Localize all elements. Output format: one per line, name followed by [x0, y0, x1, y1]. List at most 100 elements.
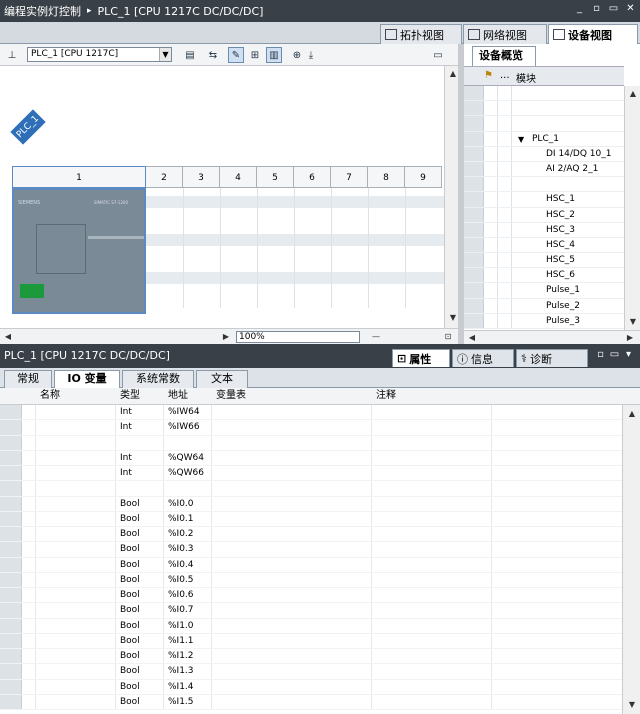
name-cell[interactable]	[36, 527, 116, 542]
scroll-right-icon[interactable]: ▶	[624, 332, 636, 344]
device-select[interactable]: PLC_1 [CPU 1217C] ▼	[27, 47, 172, 62]
name-cell[interactable]	[36, 633, 116, 648]
float-icon[interactable]: ▭	[608, 4, 619, 15]
table-row[interactable]: Int %QW66	[0, 466, 622, 482]
overview-row[interactable]	[464, 101, 624, 117]
comment-cell[interactable]	[372, 405, 492, 420]
tab-system-constants[interactable]: 系统常数	[122, 370, 194, 388]
tab-general[interactable]: 常规	[4, 370, 52, 388]
table-row[interactable]: Bool %I1.2	[0, 649, 622, 665]
slot-number[interactable]: 5	[257, 166, 294, 188]
table-row[interactable]: Bool %I0.5	[0, 572, 622, 588]
table-row[interactable]: Int %IW66	[0, 420, 622, 436]
overview-row[interactable]: Pulse_1	[464, 283, 624, 299]
col-tag-table[interactable]: 变量表	[216, 388, 246, 404]
device-canvas[interactable]: PLC_1 1 2 3 4 5 6 7 8 9 SIEMENS SIMATIC	[0, 66, 444, 328]
float-icon[interactable]: ▭	[609, 350, 620, 361]
slot-number[interactable]: 6	[294, 166, 331, 188]
comment-cell[interactable]	[372, 664, 492, 679]
name-cell[interactable]	[36, 679, 116, 694]
slot-number[interactable]: 1	[12, 166, 146, 188]
comment-cell[interactable]	[372, 572, 492, 587]
name-cell[interactable]	[36, 542, 116, 557]
scroll-right-icon[interactable]: ▶	[220, 331, 232, 343]
comment-cell[interactable]	[372, 420, 492, 435]
name-cell[interactable]	[36, 557, 116, 572]
table-row[interactable]: Int %IW64	[0, 405, 622, 421]
overview-row[interactable]: HSC_1	[464, 192, 624, 208]
chevron-down-icon[interactable]: ▼	[159, 48, 171, 61]
comment-cell[interactable]	[372, 603, 492, 618]
tab-diagnostics[interactable]: ⚕ 诊断	[516, 349, 588, 367]
pencil-icon[interactable]: ✎	[228, 47, 244, 63]
slot-number[interactable]: 7	[331, 166, 368, 188]
comment-cell[interactable]	[372, 496, 492, 511]
comment-cell[interactable]	[372, 511, 492, 526]
name-cell[interactable]	[36, 420, 116, 435]
scroll-up-icon[interactable]: ▲	[626, 408, 638, 420]
comment-cell[interactable]	[372, 450, 492, 465]
comment-cell[interactable]	[372, 466, 492, 481]
overview-row[interactable]	[464, 177, 624, 193]
comment-cell[interactable]	[372, 633, 492, 648]
table-row[interactable]: Bool %I0.6	[0, 588, 622, 604]
comment-cell[interactable]	[372, 679, 492, 694]
name-cell[interactable]	[36, 588, 116, 603]
restore-icon[interactable]: ▫	[591, 4, 602, 15]
io-table-vscroll[interactable]: ▲ ▼	[622, 405, 640, 714]
col-address[interactable]: 地址	[168, 388, 188, 404]
name-cell[interactable]	[36, 603, 116, 618]
table-row[interactable]: Bool %I1.4	[0, 679, 622, 695]
zoom-slider[interactable]: —◇—	[370, 331, 382, 365]
slot-number[interactable]: 8	[368, 166, 405, 188]
overview-row[interactable]: AI 2/AQ 2_1	[464, 161, 624, 178]
table-row[interactable]: Bool %I0.4	[0, 557, 622, 573]
comment-cell[interactable]	[372, 435, 492, 450]
name-cell[interactable]	[36, 405, 116, 420]
name-cell[interactable]	[36, 450, 116, 465]
name-cell[interactable]	[36, 618, 116, 633]
name-cell[interactable]	[36, 496, 116, 511]
table-row[interactable]: Bool %I0.1	[0, 511, 622, 527]
tab-device-view[interactable]: 设备视图	[548, 24, 638, 44]
overview-row[interactable]: HSC_5	[464, 253, 624, 269]
table-row[interactable]: Bool %I1.0	[0, 618, 622, 634]
name-cell[interactable]	[36, 572, 116, 587]
overview-row[interactable]: ▼ PLC_1	[464, 131, 624, 147]
comment-cell[interactable]	[372, 542, 492, 557]
slot-number[interactable]: 3	[183, 166, 220, 188]
table-row[interactable]: Bool %I0.3	[0, 542, 622, 558]
list-view-icon[interactable]: ▤	[182, 47, 198, 63]
restore-icon[interactable]: ▫	[595, 350, 606, 361]
overview-row[interactable]: HSC_2	[464, 207, 624, 223]
collapse-panel-icon[interactable]: ▭	[430, 47, 446, 63]
tab-io-tags[interactable]: IO 变量	[54, 370, 120, 388]
grid-icon[interactable]: ⊞	[247, 47, 263, 63]
slot-number[interactable]: 9	[405, 166, 442, 188]
overview-row[interactable]	[464, 86, 624, 102]
overview-row[interactable]: Pulse_2	[464, 298, 624, 314]
swap-modules-icon[interactable]: ⇆	[205, 47, 221, 63]
comment-cell[interactable]	[372, 649, 492, 664]
overview-row[interactable]: Pulse_3	[464, 313, 624, 329]
overview-row[interactable]: HSC_3	[464, 222, 624, 238]
tab-device-overview[interactable]: 设备概览	[472, 46, 536, 66]
table-row[interactable]: Int %QW64	[0, 450, 622, 466]
collapse-icon[interactable]: ▾	[623, 350, 634, 361]
name-cell[interactable]	[36, 511, 116, 526]
zoom-select[interactable]: 100%	[236, 331, 360, 343]
scroll-left-icon[interactable]: ◀	[466, 332, 478, 344]
name-cell[interactable]	[36, 466, 116, 481]
overview-row[interactable]	[464, 116, 624, 132]
scroll-up-icon[interactable]: ▲	[627, 88, 639, 100]
name-cell[interactable]	[36, 649, 116, 664]
col-name[interactable]: 名称	[40, 388, 60, 404]
overview-vscroll[interactable]: ▲ ▼	[624, 86, 640, 330]
overview-hscroll[interactable]: ◀ ▶	[464, 330, 640, 344]
comment-cell[interactable]	[372, 618, 492, 633]
comment-cell[interactable]	[372, 557, 492, 572]
table-row[interactable]: Bool %I1.3	[0, 664, 622, 680]
table-icon[interactable]: ▥	[266, 47, 282, 63]
comment-cell[interactable]	[372, 527, 492, 542]
tab-properties[interactable]: ⊡ 属性	[392, 349, 450, 367]
